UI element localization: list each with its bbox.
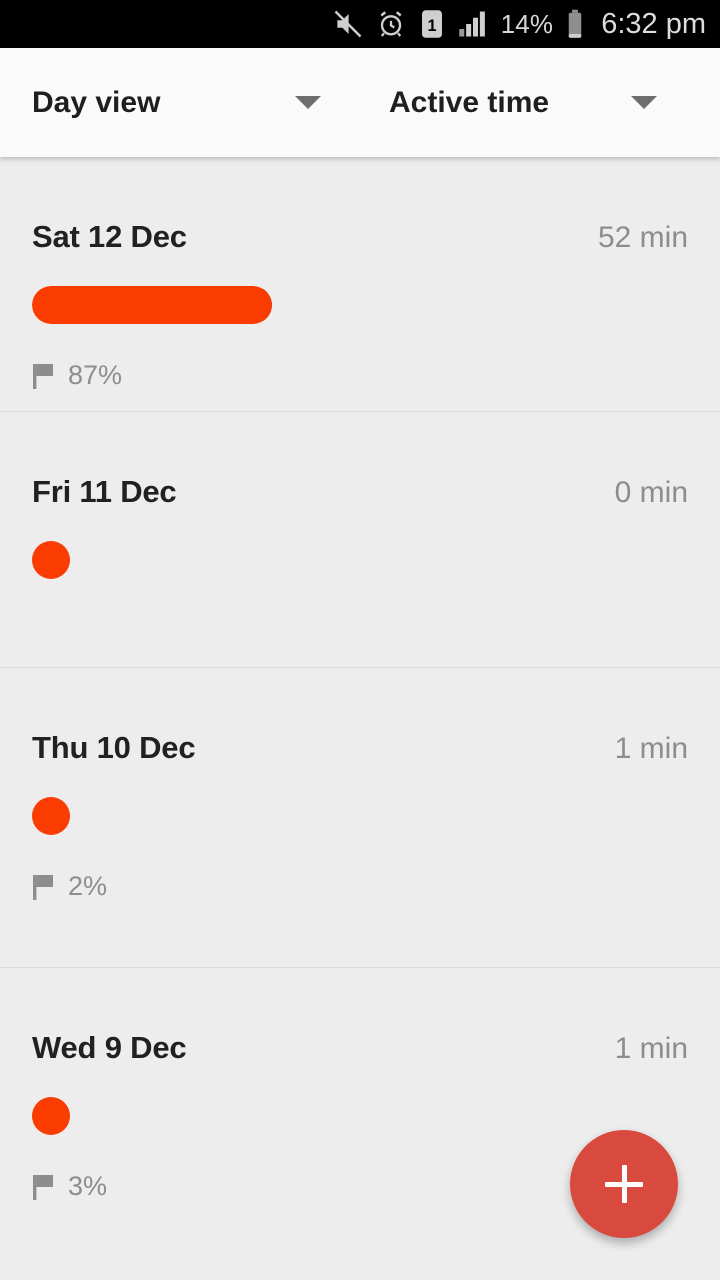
chevron-down-icon[interactable] (295, 96, 321, 109)
table-row[interactable]: Thu 10 Dec 1 min 2% (0, 668, 720, 968)
battery-percent-label: 14% (500, 9, 554, 39)
view-mode-label: Day view (32, 85, 161, 119)
filter-header: Day view Active time (0, 48, 720, 157)
table-row[interactable]: Sat 12 Dec 52 min 87% (0, 157, 720, 412)
plus-icon (605, 1181, 643, 1187)
day-goal-percent: 2% (68, 871, 108, 901)
bar-segment-active (32, 541, 70, 579)
day-goal-percent: 3% (68, 1171, 108, 1201)
battery-icon (566, 9, 584, 39)
signal-icon (458, 10, 488, 38)
day-row-header: Thu 10 Dec 1 min (32, 668, 688, 766)
stacked-bar (32, 286, 272, 324)
svg-text:1: 1 (427, 17, 436, 35)
bar-segment-active (32, 1097, 70, 1135)
day-goal-percent: 87% (68, 360, 123, 390)
sim1-icon: 1 (419, 9, 445, 39)
day-row-header: Sat 12 Dec 52 min (32, 157, 688, 255)
day-bar-chart (32, 541, 688, 579)
flag-icon (32, 874, 56, 900)
view-mode-dropdown[interactable]: Day view (0, 48, 345, 157)
day-row-header: Wed 9 Dec 1 min (32, 968, 688, 1066)
day-date-label: Wed 9 Dec (32, 1030, 187, 1065)
alarm-icon (376, 9, 406, 39)
clock-label: 6:32 pm (601, 7, 706, 40)
flag-icon (32, 1174, 56, 1200)
day-duration-label: 52 min (597, 221, 688, 254)
bar-segment-active (32, 286, 272, 324)
day-row-header: Fri 11 Dec 0 min (32, 412, 688, 510)
chevron-down-icon[interactable] (631, 96, 658, 109)
flag-icon (32, 363, 56, 389)
bar-segment-active (32, 797, 70, 835)
day-date-label: Sat 12 Dec (32, 219, 187, 254)
day-goal-row: 87% (32, 360, 688, 391)
day-bar-chart (32, 797, 688, 835)
day-duration-label: 0 min (614, 476, 688, 509)
day-goal-row: 2% (32, 871, 688, 902)
day-date-label: Thu 10 Dec (32, 730, 196, 765)
metric-dropdown[interactable]: Active time (345, 48, 658, 157)
day-list[interactable]: Sat 12 Dec 52 min 87% Fri 11 Dec 0 min T… (0, 157, 720, 1280)
day-date-label: Fri 11 Dec (32, 474, 177, 509)
add-button[interactable] (570, 1130, 678, 1238)
metric-label: Active time (389, 85, 550, 119)
day-duration-label: 1 min (614, 1032, 688, 1065)
day-bar-chart (32, 1097, 688, 1135)
day-duration-label: 1 min (614, 732, 688, 765)
table-row[interactable]: Fri 11 Dec 0 min (0, 412, 720, 668)
status-bar: 1 14% 6:32 pm (0, 0, 720, 48)
day-bar-chart (32, 286, 688, 324)
mute-icon (333, 9, 363, 39)
